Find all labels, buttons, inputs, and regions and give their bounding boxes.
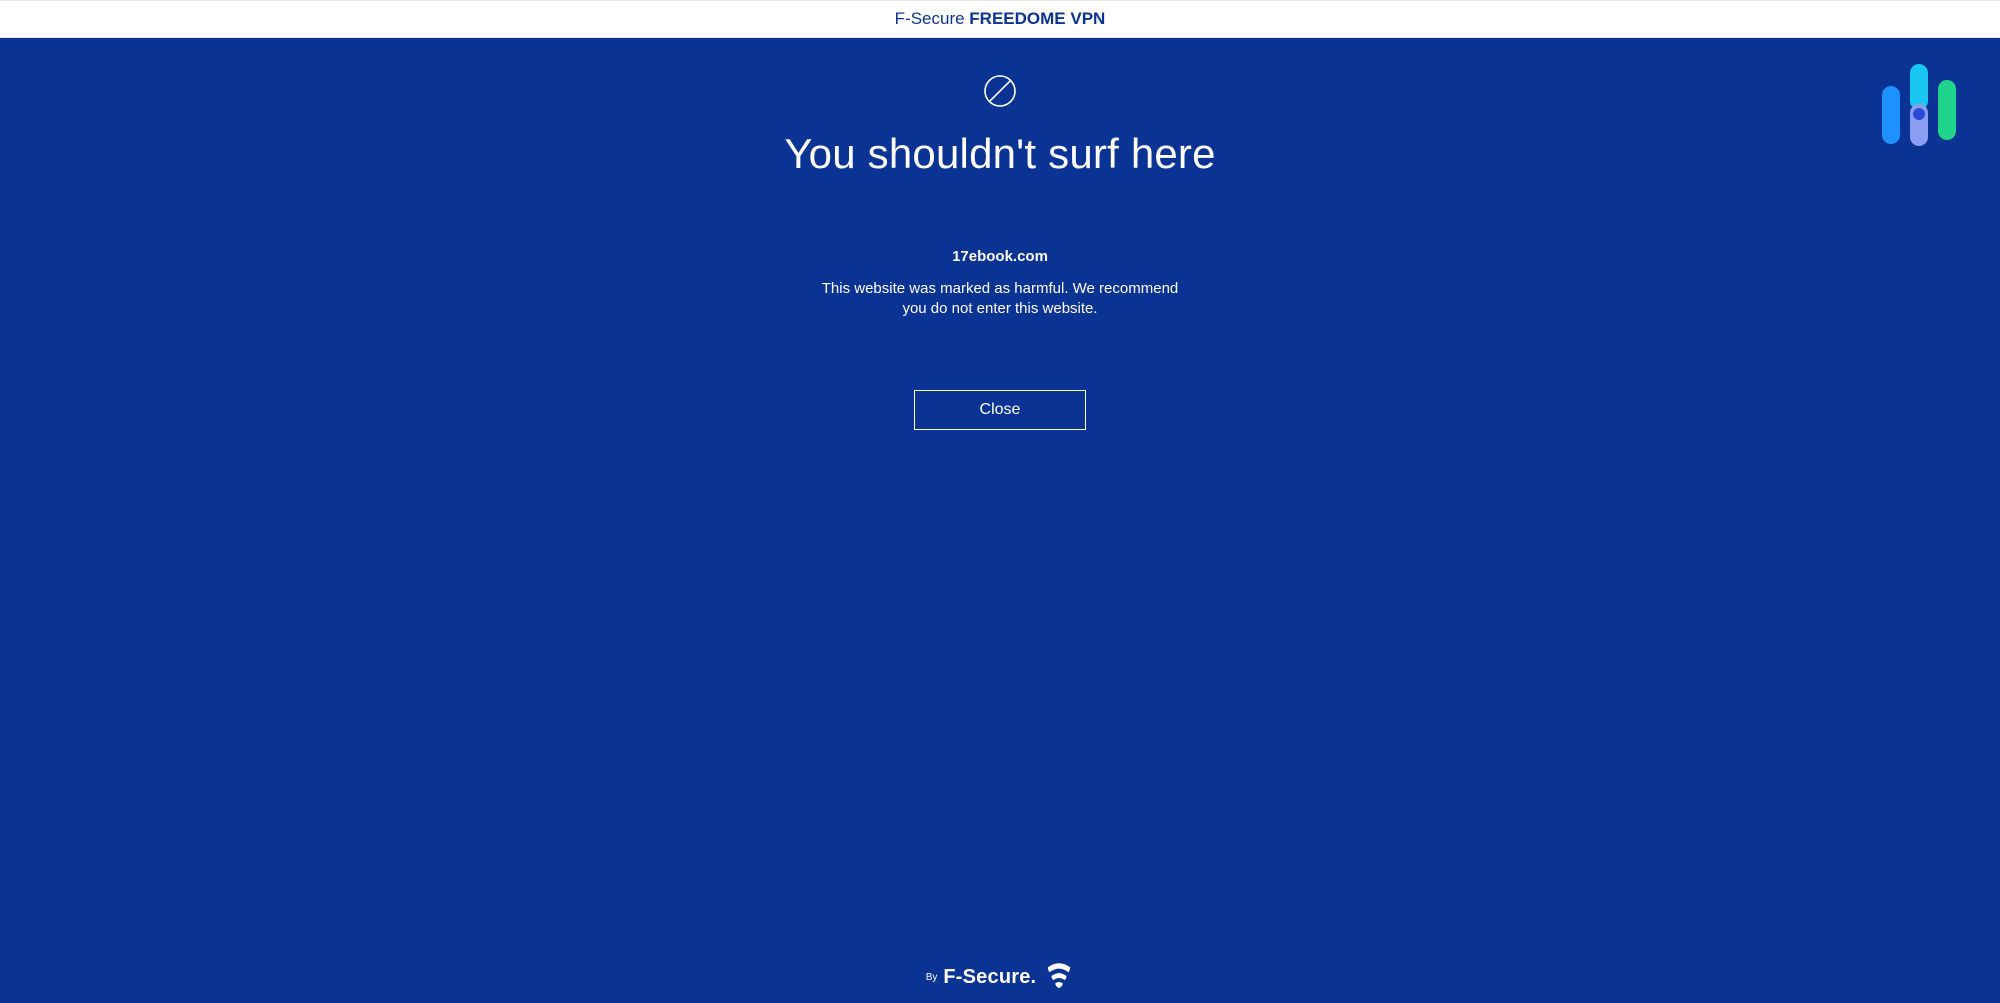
prohibited-icon (983, 74, 1017, 108)
header-bar: F-Secure FREEDOME VPN (0, 0, 2000, 38)
blocked-domain: 17ebook.com (952, 248, 1048, 265)
warning-panel: You shouldn't surf here 17ebook.com This… (0, 38, 2000, 1003)
footer-brand: F-Secure. (943, 966, 1036, 989)
footer-by-label: By (926, 972, 938, 983)
warning-explanation: This website was marked as harmful. We r… (820, 279, 1180, 320)
brand-prefix: F-Secure (895, 9, 970, 28)
decorative-bars-icon (1874, 56, 1974, 156)
close-button[interactable]: Close (914, 390, 1086, 430)
fsecure-logo-icon (1044, 960, 1074, 995)
brand-product: FREEDOME VPN (969, 9, 1105, 28)
footer: By F-Secure. (0, 960, 2000, 995)
warning-heading: You shouldn't surf here (784, 130, 1215, 178)
